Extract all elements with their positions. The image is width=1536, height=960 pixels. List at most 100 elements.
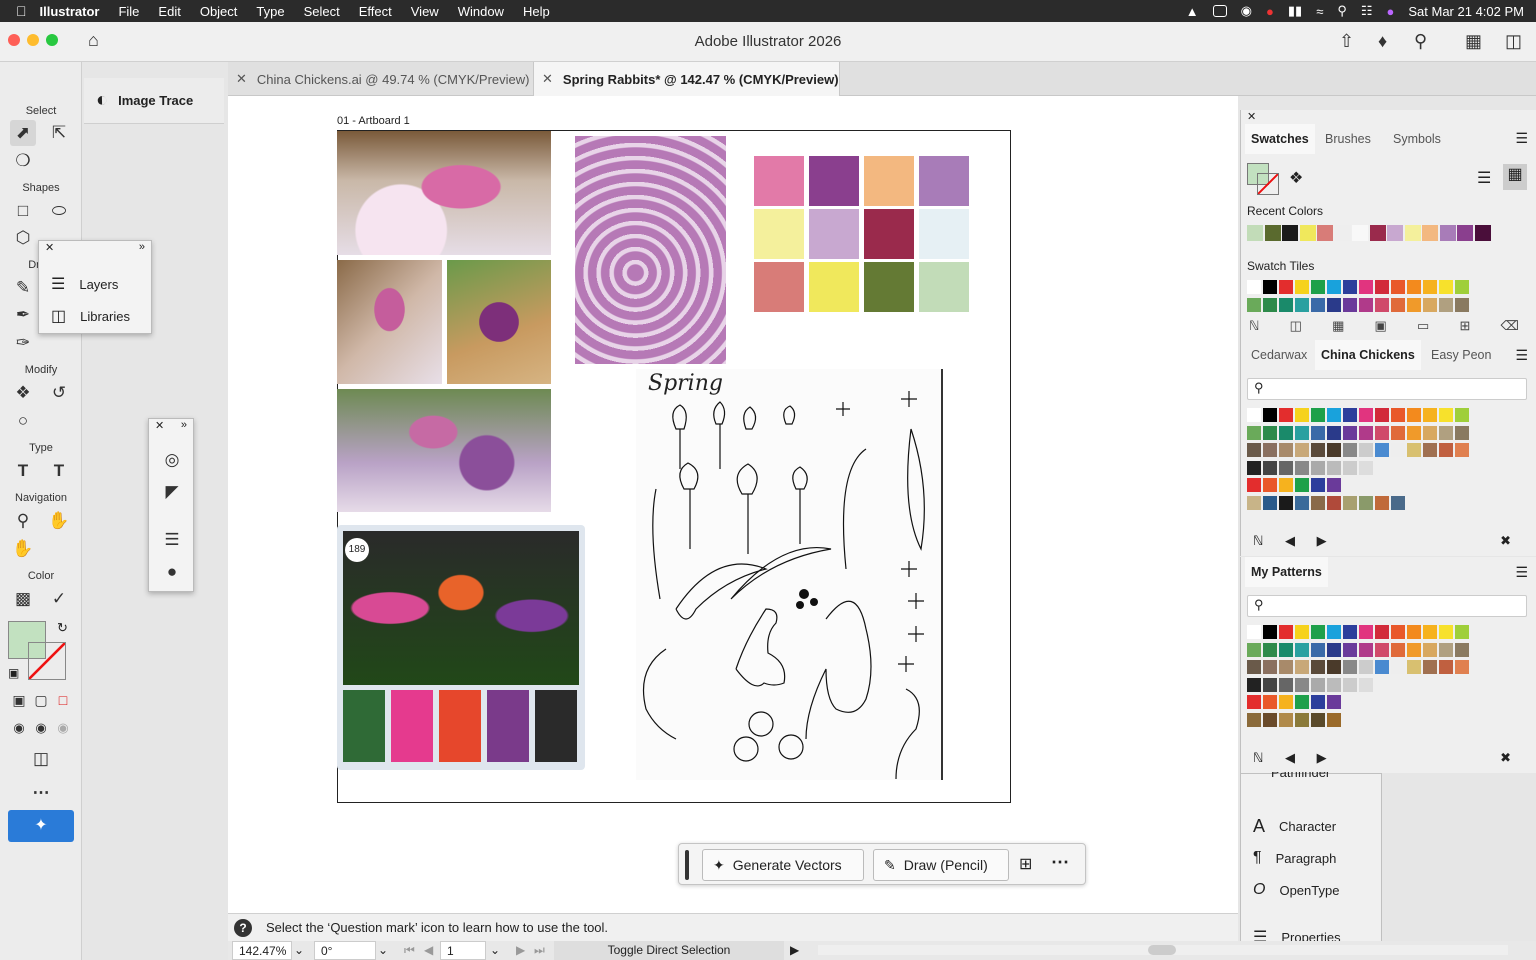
none-mode-icon[interactable]: □ [50, 687, 76, 713]
new-swatch-icon[interactable]: ⊞ [1459, 318, 1470, 334]
swatch-cell[interactable] [1311, 642, 1325, 657]
swatch-cell[interactable] [1343, 425, 1357, 440]
search-icon[interactable]: ⚲ [1414, 31, 1427, 52]
swatch-cell[interactable] [1455, 642, 1469, 657]
menu-type[interactable]: Type [256, 4, 284, 19]
swatch-cell[interactable] [1311, 280, 1325, 294]
artboard-name[interactable]: 01 - Artboard 1 [337, 115, 410, 127]
rotation-dropdown-icon[interactable]: ⌄ [378, 943, 388, 957]
swatch-cell[interactable] [1375, 280, 1389, 294]
layers-button[interactable]: ☰ Layers [39, 268, 179, 300]
recent-color-swatch[interactable] [1352, 225, 1368, 241]
tab-spring-rabbits[interactable]: ✕ Spring Rabbits* @ 142.47 % (CMYK/Previe… [534, 62, 840, 96]
last-artboard-icon[interactable]: ⏭ [534, 943, 545, 958]
swatch-cell[interactable] [1391, 443, 1405, 457]
swatch-cell[interactable] [1279, 677, 1293, 692]
tab-cedarwax[interactable]: Cedarwax [1245, 340, 1313, 370]
rotate-tool[interactable]: ↺ [46, 380, 72, 406]
swatch-cell[interactable] [1439, 443, 1453, 457]
pencil-tool[interactable]: ✎ [10, 275, 36, 301]
close-window-button[interactable] [8, 34, 20, 46]
menu-file[interactable]: File [118, 4, 139, 19]
recent-color-swatch[interactable] [1282, 225, 1298, 241]
direct-selection-tool[interactable]: ⇱ [46, 120, 72, 146]
swatch-cell[interactable] [1343, 495, 1357, 510]
next-icon[interactable]: ▶ [1317, 533, 1327, 548]
swatch-cell[interactable] [1423, 408, 1437, 422]
tab-brushes[interactable]: Brushes [1319, 124, 1377, 154]
toggle-direct-selection[interactable]: Toggle Direct Selection [554, 941, 784, 960]
library-swatch-grid[interactable] [1247, 408, 1517, 512]
swatch-cell[interactable] [1343, 625, 1357, 639]
swatch-cell[interactable] [1423, 280, 1437, 294]
swatch-cell[interactable] [1263, 625, 1277, 639]
panel-menu-icon[interactable]: ☰ [1515, 564, 1528, 581]
first-artboard-icon[interactable]: ⏮ [404, 943, 415, 958]
swatch-cell[interactable] [1407, 625, 1421, 639]
recent-color-swatch[interactable] [1369, 225, 1386, 241]
close-panel-icon[interactable]: ✕ [45, 241, 54, 254]
swatch-cell[interactable] [1343, 297, 1357, 312]
swatch-cell[interactable] [1279, 297, 1293, 312]
spotlight-icon[interactable]: ⚲ [1337, 3, 1347, 19]
swatch-cell[interactable] [1391, 625, 1405, 639]
rectangle-tool[interactable]: □ [10, 198, 36, 224]
swatch-options-icon[interactable]: ▣ [1375, 318, 1387, 334]
creative-cloud-icon[interactable] [1212, 5, 1227, 17]
swatch-cell[interactable] [1455, 425, 1469, 440]
swatch-cell[interactable] [1263, 495, 1277, 510]
swatch-cell[interactable] [1279, 460, 1293, 475]
swatch-cell[interactable] [1295, 660, 1309, 674]
lasso-tool[interactable]: ❍ [10, 148, 36, 174]
swatch-cell[interactable] [1295, 460, 1309, 475]
paragraph-button[interactable]: ¶ Paragraph [1241, 842, 1381, 874]
swatch-cell[interactable] [1311, 408, 1325, 422]
swatch-cell[interactable] [1359, 495, 1373, 510]
swatch-cell[interactable] [1327, 625, 1341, 639]
control-center-icon[interactable]: ☷ [1361, 3, 1373, 19]
stroke-swatch[interactable] [28, 642, 66, 680]
swap-icon[interactable]: ↻ [57, 620, 68, 636]
swatch-cell[interactable] [1327, 695, 1341, 709]
eyedropper-tool[interactable]: ✓ [46, 586, 72, 612]
swatch-cell[interactable] [1327, 425, 1341, 440]
swatch-cell[interactable] [1423, 443, 1437, 457]
selection-tool[interactable]: ⬈ [10, 120, 36, 146]
zoom-icon[interactable]: ⚲ [10, 508, 36, 534]
delete-icon[interactable]: ⌫ [1501, 318, 1519, 334]
swatch-cell[interactable] [1279, 495, 1293, 510]
horizontal-scrollbar[interactable] [818, 945, 1508, 955]
swatch-cell[interactable] [1327, 408, 1341, 422]
swatch-cell[interactable] [1343, 408, 1357, 422]
swatch-cell[interactable] [1439, 625, 1453, 639]
swatch-cell[interactable] [1455, 297, 1469, 312]
library-search-input[interactable]: ⚲ [1247, 378, 1527, 400]
swatch-cell[interactable] [1279, 443, 1293, 457]
menu-object[interactable]: Object [200, 4, 238, 19]
panel-toggle-icon[interactable]: ◫ [1505, 31, 1522, 52]
swatch-cell[interactable] [1423, 297, 1437, 312]
recent-color-swatch[interactable] [1404, 225, 1421, 241]
opentype-button[interactable]: O OpenType [1241, 874, 1381, 906]
draw-pencil-button[interactable]: ✎ Draw (Pencil) [873, 849, 1009, 881]
swatch-cell[interactable] [1455, 280, 1469, 294]
more-options-icon[interactable]: ⋯ [1051, 852, 1069, 873]
swatch-cell[interactable] [1359, 408, 1373, 422]
image-trace-button[interactable]: ◐ Image Trace [84, 78, 224, 124]
moodboard-swatch-grid[interactable] [754, 156, 972, 314]
swatch-cell[interactable] [1439, 425, 1453, 440]
swatch-cell[interactable] [1311, 625, 1325, 639]
place-icon[interactable]: ◫ [1290, 318, 1302, 334]
tab-symbols[interactable]: Symbols [1387, 124, 1447, 154]
moodboard-swatch[interactable] [864, 156, 914, 206]
swatch-cell[interactable] [1263, 677, 1277, 692]
shaper-tool[interactable]: ○ [10, 408, 36, 434]
photo-tulips-3[interactable] [447, 260, 551, 384]
patterns-swatch-grid[interactable] [1247, 625, 1517, 729]
swatch-cell[interactable] [1375, 408, 1389, 422]
swatch-cell[interactable] [1247, 712, 1261, 727]
swatch-cell[interactable] [1359, 460, 1373, 475]
swatch-cell[interactable] [1327, 642, 1341, 657]
swatch-cell[interactable] [1247, 297, 1261, 312]
swatch-cell[interactable] [1263, 425, 1277, 440]
